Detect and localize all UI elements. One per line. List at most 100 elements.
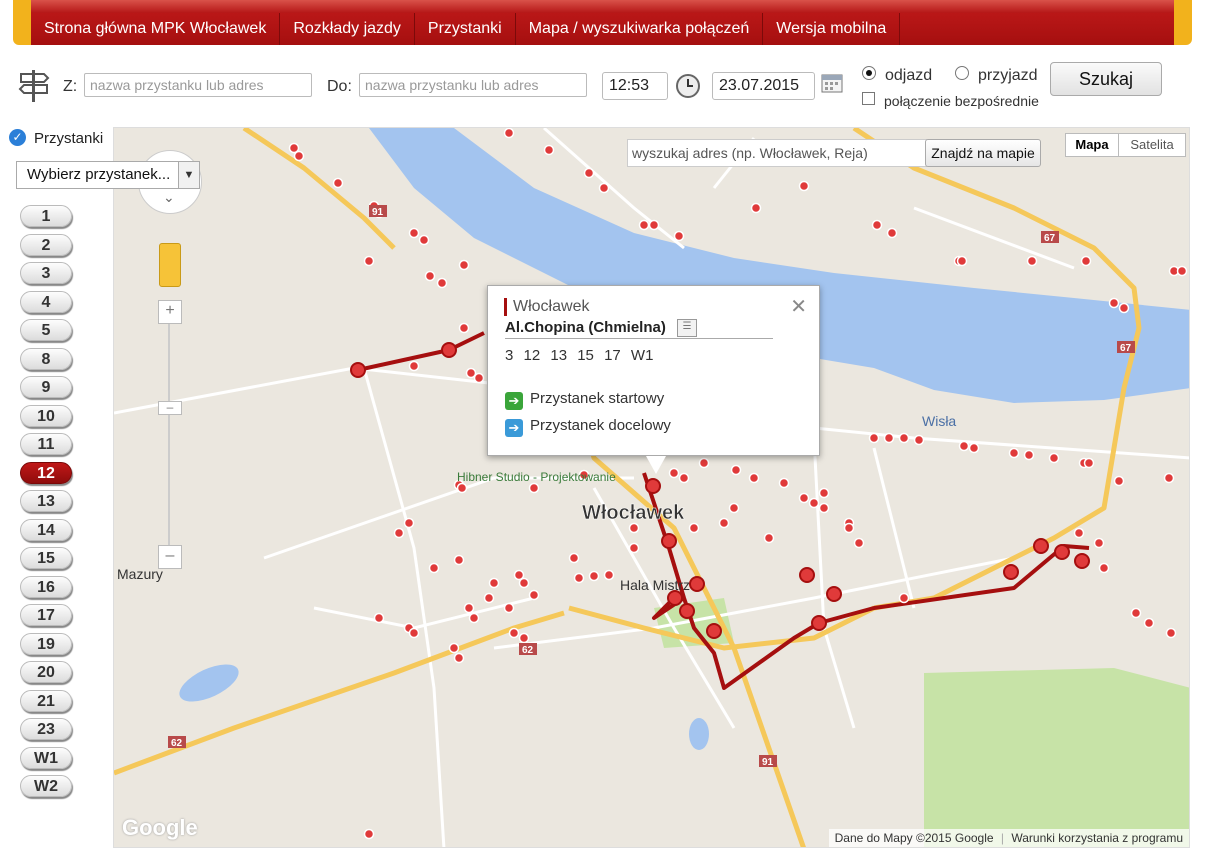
stop-marker[interactable] [778, 477, 790, 489]
stop-marker[interactable] [503, 602, 515, 614]
stop-marker[interactable] [1073, 527, 1085, 539]
popup-lines[interactable]: 3 12 13 15 17 W1 [505, 347, 653, 364]
line-button-14[interactable]: 14 [20, 518, 72, 541]
stop-marker[interactable] [1118, 302, 1130, 314]
stop-marker[interactable] [818, 487, 830, 499]
direct-checkbox[interactable] [862, 92, 875, 105]
stop-marker[interactable] [408, 227, 420, 239]
stop-marker[interactable] [473, 372, 485, 384]
find-on-map-button[interactable]: Znajdź na mapie [925, 139, 1041, 167]
nav-home[interactable]: Strona główna MPK Włocławek [31, 13, 281, 45]
stop-marker[interactable] [458, 259, 470, 271]
stop-marker[interactable] [748, 472, 760, 484]
stop-marker[interactable] [1093, 537, 1105, 549]
zoom-track[interactable] [168, 313, 170, 558]
stop-marker[interactable] [1023, 449, 1035, 461]
stop-marker[interactable] [403, 517, 415, 529]
arrival-radio[interactable] [955, 66, 969, 80]
route-stop-marker[interactable] [1054, 544, 1070, 560]
line-button-20[interactable]: 20 [20, 661, 72, 683]
stops-toggle-checkbox[interactable]: ✓ [9, 129, 26, 146]
stop-marker[interactable] [448, 642, 460, 654]
line-button-w2[interactable]: W2 [20, 775, 72, 797]
route-stop-marker[interactable] [661, 533, 677, 549]
stop-marker[interactable] [332, 177, 344, 189]
set-start-option[interactable]: ➔ Przystanek startowy [505, 390, 664, 410]
stop-marker[interactable] [568, 552, 580, 564]
to-input[interactable]: nazwa przystanku lub adres [359, 73, 587, 97]
stop-marker[interactable] [718, 517, 730, 529]
stop-marker[interactable] [583, 167, 595, 179]
stop-marker[interactable] [363, 828, 375, 840]
stop-marker[interactable] [688, 522, 700, 534]
stop-marker[interactable] [293, 150, 305, 162]
route-stop-marker[interactable] [667, 590, 683, 606]
line-button-15[interactable]: 15 [20, 547, 72, 569]
stop-marker[interactable] [408, 360, 420, 372]
stop-marker[interactable] [463, 602, 475, 614]
stop-marker[interactable] [798, 492, 810, 504]
search-button[interactable]: Szukaj [1050, 62, 1162, 96]
stop-marker[interactable] [408, 627, 420, 639]
stop-marker[interactable] [843, 522, 855, 534]
stop-marker[interactable] [898, 432, 910, 444]
route-stop-marker[interactable] [706, 623, 722, 639]
pegman-icon[interactable] [159, 243, 181, 287]
stop-marker[interactable] [728, 502, 740, 514]
stop-marker[interactable] [1165, 627, 1177, 639]
clock-icon[interactable] [675, 73, 701, 99]
stop-marker[interactable] [483, 592, 495, 604]
stop-marker[interactable] [588, 570, 600, 582]
date-input[interactable]: 23.07.2015 [712, 72, 815, 100]
stop-marker[interactable] [648, 219, 660, 231]
stop-marker[interactable] [698, 457, 710, 469]
stop-marker[interactable] [956, 255, 968, 267]
close-icon[interactable]: ✕ [790, 294, 807, 319]
stop-marker[interactable] [1098, 562, 1110, 574]
line-button-12[interactable]: 12 [20, 461, 72, 484]
stop-marker[interactable] [543, 144, 555, 156]
nav-stops[interactable]: Przystanki [415, 13, 516, 45]
stop-marker[interactable] [763, 532, 775, 544]
line-button-23[interactable]: 23 [20, 718, 72, 740]
route-stop-marker[interactable] [679, 603, 695, 619]
map-type-satellite[interactable]: Satelita [1118, 133, 1186, 157]
zoom-slider-handle[interactable]: – [158, 401, 182, 415]
stop-marker[interactable] [1143, 617, 1155, 629]
stop-marker[interactable] [1163, 472, 1175, 484]
stop-marker[interactable] [1108, 297, 1120, 309]
line-button-8[interactable]: 8 [20, 347, 72, 370]
stop-marker[interactable] [883, 432, 895, 444]
line-button-2[interactable]: 2 [20, 233, 72, 256]
stop-marker[interactable] [518, 632, 530, 644]
stop-marker[interactable] [603, 569, 615, 581]
line-button-9[interactable]: 9 [20, 376, 72, 398]
line-button-10[interactable]: 10 [20, 404, 72, 427]
stop-marker[interactable] [958, 440, 970, 452]
stop-marker[interactable] [668, 467, 680, 479]
route-stop-marker[interactable] [826, 586, 842, 602]
line-button-5[interactable]: 5 [20, 319, 72, 341]
timetable-icon[interactable]: ☰ [677, 319, 697, 337]
stop-marker[interactable] [750, 202, 762, 214]
zoom-in-button[interactable]: + [158, 300, 182, 324]
stop-marker[interactable] [418, 234, 430, 246]
stop-marker[interactable] [424, 270, 436, 282]
stop-marker[interactable] [393, 527, 405, 539]
stop-marker[interactable] [628, 522, 640, 534]
stop-marker[interactable] [458, 322, 470, 334]
zoom-out-button[interactable]: – [158, 545, 182, 569]
stop-marker[interactable] [886, 227, 898, 239]
route-stop-marker[interactable] [1033, 538, 1049, 554]
stop-marker[interactable] [428, 562, 440, 574]
map-type-map[interactable]: Mapa [1065, 133, 1119, 157]
stop-marker[interactable] [730, 464, 742, 476]
stop-marker[interactable] [678, 472, 690, 484]
address-search-input[interactable]: wyszukaj adres (np. Włocławek, Reja) [627, 139, 927, 167]
nav-mobile[interactable]: Wersja mobilna [763, 13, 901, 45]
stop-marker[interactable] [598, 182, 610, 194]
stop-marker[interactable] [1130, 607, 1142, 619]
line-button-19[interactable]: 19 [20, 632, 72, 655]
route-stop-marker[interactable] [1003, 564, 1019, 580]
stop-marker[interactable] [518, 577, 530, 589]
